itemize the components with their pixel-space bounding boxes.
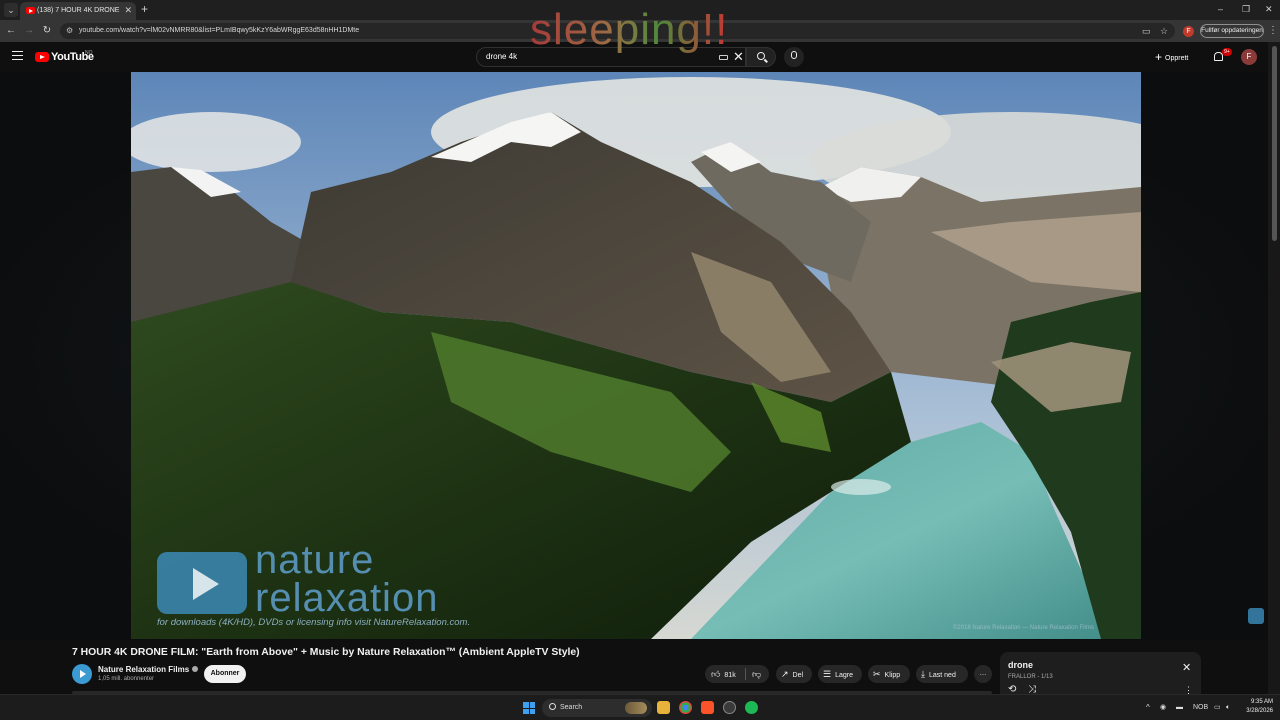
video-title: 7 HOUR 4K DRONE FILM: "Earth from Above"… [72,647,580,658]
reload-button[interactable]: ↻ [40,24,54,38]
plus-icon: + [1155,50,1163,64]
youtube-favicon-icon [26,7,35,14]
verified-icon [192,666,199,672]
like-divider [745,668,746,680]
scrollbar-thumb[interactable] [1272,46,1277,241]
show-hidden-icons-chevron[interactable]: ^ [1146,702,1150,714]
playlist-title[interactable]: drone [1008,660,1033,671]
save-label: Lagre [835,672,853,679]
channel-avatar[interactable] [72,664,92,684]
like-button[interactable]: 👍︎ 81k [711,669,736,679]
taskbar-search-box[interactable]: Search [542,699,652,717]
download-button[interactable]: ⤓ Last ned [916,665,968,683]
sleeping-overlay-text: sleeping!! [530,2,728,58]
save-playlist-icon: ☰ [823,669,832,679]
channel-name[interactable]: Nature Relaxation Films [98,664,199,675]
share-icon: ↗ [781,669,789,679]
file-explorer-icon[interactable] [657,701,670,714]
windows-taskbar: Search ^ ◉ ▬ NOB ▭ 🔈︎ 9:35 AM 3/28/2026 [0,694,1280,720]
channel-watermark-icon[interactable] [1248,608,1264,624]
tray-flag-icon[interactable]: ▬ [1176,702,1183,714]
notification-badge: 9+ [1222,48,1232,56]
playlist-subtitle: FRALLOR - 1/13 [1008,674,1053,680]
create-button[interactable]: + Opprett [1155,49,1201,65]
subscriber-count: 1,05 mill. abonnenter [98,676,155,682]
tab-title: (138) 7 HOUR 4K DRONE FILM [37,7,121,14]
chrome-icon[interactable] [679,701,692,714]
subscribe-button[interactable]: Abonner [204,665,246,683]
watermark-caption: for downloads (4K/HD), DVDs or licensing… [157,617,471,628]
clip-button[interactable]: ✂ Klipp [868,665,910,683]
microphone-icon [791,51,797,59]
tab-list-button[interactable]: ⌄ [4,3,18,17]
download-icon: ⤓ [921,669,925,679]
browser-menu-icon[interactable]: ⋮ [1268,24,1278,38]
maximize-window-button[interactable]: ❐ [1242,2,1250,16]
spotify-icon[interactable] [745,701,758,714]
minimize-window-button[interactable]: – [1218,2,1223,16]
channel-name-label: Nature Relaxation Films [98,665,190,674]
new-tab-button[interactable]: + [141,2,148,16]
close-window-button[interactable]: ✕ [1265,2,1273,16]
search-highlight-image [625,702,647,714]
cast-icon[interactable]: ▭ [1142,24,1151,38]
search-icon [757,52,765,60]
download-label: Last ned [928,672,956,679]
share-label: Del [792,672,804,679]
menu-icon[interactable] [12,51,23,60]
back-button[interactable]: ← [4,24,18,38]
share-button[interactable]: ↗ Del [776,665,812,683]
create-label: Opprett [1165,55,1189,62]
dislike-button[interactable]: 👎︎ [749,665,769,683]
clock-app-icon[interactable] [723,701,736,714]
volume-icon[interactable]: 🔈︎ [1226,702,1230,714]
network-icon[interactable]: ▭ [1214,702,1221,714]
playlist-panel: drone FRALLOR - 1/13 ✕ ⟲ ⤨ ⋮ [1000,652,1201,700]
scissors-icon: ✂ [873,669,881,679]
input-language[interactable]: NOB [1193,702,1208,714]
active-tab[interactable]: (138) 7 HOUR 4K DRONE FILM ✕ [20,2,136,20]
clock-date[interactable]: 3/28/2026 [1239,707,1273,715]
forward-button[interactable]: → [22,24,36,38]
youtube-logo-icon[interactable] [35,52,49,62]
search-query: drone 4k [486,52,518,61]
watermark-line1: nature [255,538,375,582]
thumbs-down-icon: 👎︎ [752,669,762,679]
start-windows-icon[interactable] [523,702,535,714]
clock-time[interactable]: 9:35 AM [1239,698,1273,706]
tab-close-icon[interactable]: ✕ [124,4,132,16]
country-code: NO [85,50,93,56]
voice-search-button[interactable] [784,47,804,67]
clear-search-icon[interactable]: ✕ [733,50,744,64]
bookmark-star-icon[interactable]: ☆ [1160,24,1168,38]
browser-profile-icon[interactable]: F [1183,26,1194,37]
more-actions-button[interactable]: … [974,665,992,683]
account-avatar[interactable]: F [1241,49,1257,65]
tray-app-icon[interactable]: ◉ [1160,702,1166,714]
site-info-icon[interactable]: ⚙ [66,26,73,36]
search-icon [549,703,556,710]
watermark-line2: relaxation [255,576,439,620]
url-text: youtube.com/watch?v=lM02vNMRR80&list=PLm… [79,27,360,34]
brave-icon[interactable] [701,701,714,714]
update-browser-button[interactable]: Fullfør oppdateringen [1200,24,1264,38]
taskbar-search-label: Search [560,704,583,711]
search-button[interactable] [746,47,776,67]
save-button[interactable]: ☰ Lagre [818,665,862,683]
video-copyright: ©2018 Nature Relaxation — Nature Relaxat… [953,625,1094,631]
thumbs-up-icon: 👍︎ [711,669,721,679]
video-player[interactable]: nature relaxation for downloads (4K/HD),… [131,72,1141,639]
close-playlist-icon[interactable]: ✕ [1182,662,1191,674]
like-count: 81k [724,672,736,679]
clip-label: Klipp [884,672,901,679]
